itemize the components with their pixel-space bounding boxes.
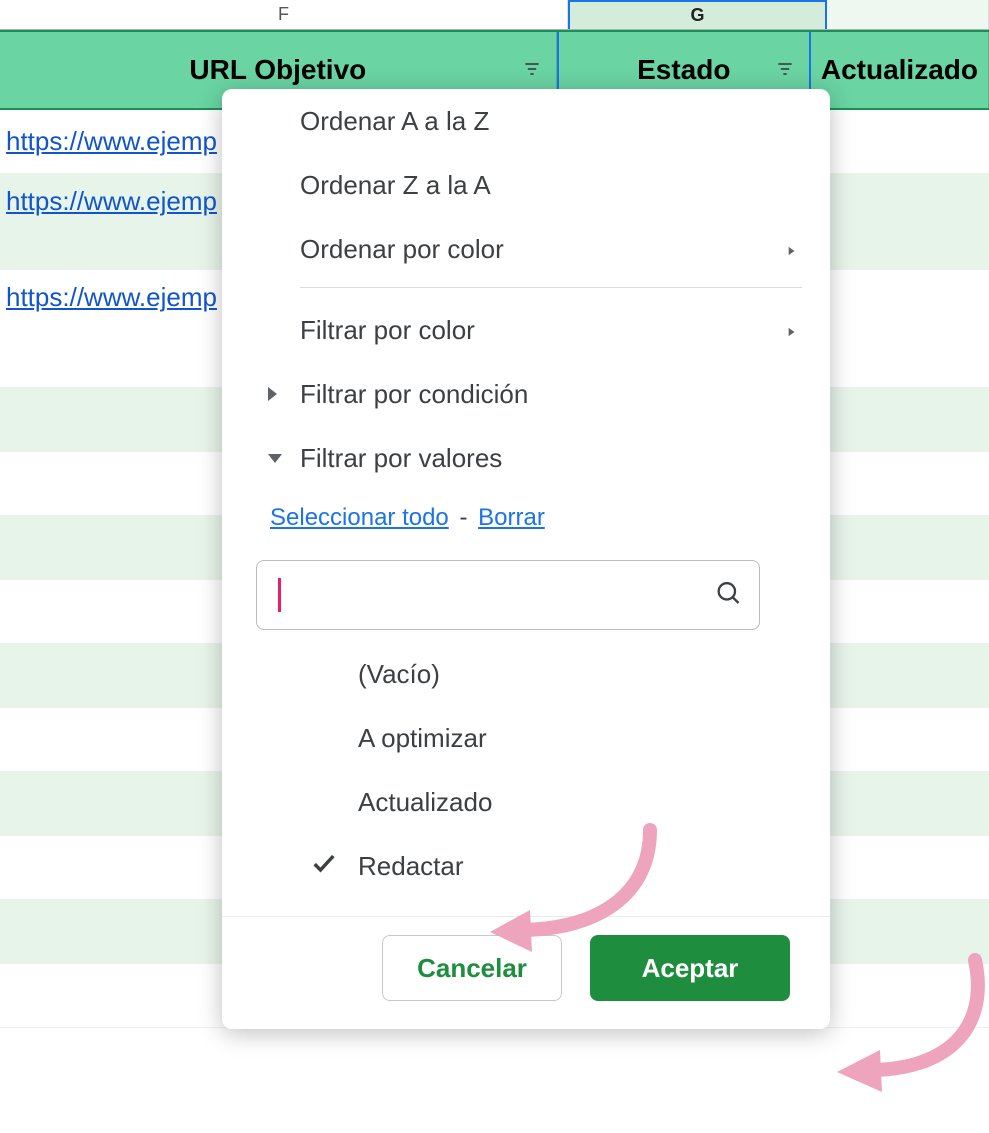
menu-sort-za[interactable]: Ordenar Z a la A	[222, 153, 830, 217]
filter-value-item[interactable]: Actualizado	[222, 770, 830, 834]
submenu-arrow-icon	[784, 234, 798, 265]
expand-collapsed-icon	[268, 387, 277, 401]
menu-label: Ordenar Z a la A	[300, 170, 491, 201]
header-url-label: URL Objetivo	[189, 54, 366, 86]
header-estado-label: Estado	[637, 54, 730, 86]
button-row: Cancelar Aceptar	[222, 916, 830, 1001]
column-letter-g[interactable]: G	[568, 0, 827, 29]
header-actualizado-label: Actualizado	[821, 54, 978, 86]
menu-sort-az[interactable]: Ordenar A a la Z	[222, 89, 830, 153]
menu-filter-condition[interactable]: Filtrar por condición	[222, 362, 830, 426]
filter-search-input[interactable]	[256, 560, 760, 630]
value-label: (Vacío)	[358, 659, 440, 690]
search-icon	[714, 579, 742, 612]
filter-icon[interactable]	[522, 54, 542, 86]
menu-label: Ordenar por color	[300, 234, 504, 265]
menu-label: Filtrar por valores	[300, 443, 502, 474]
url-link[interactable]: https://www.ejemp	[0, 282, 217, 313]
cancel-label: Cancelar	[417, 953, 527, 984]
cancel-button[interactable]: Cancelar	[382, 935, 562, 1001]
menu-filter-color[interactable]: Filtrar por color	[222, 298, 830, 362]
menu-label: Filtrar por condición	[300, 379, 528, 410]
check-icon	[310, 849, 338, 884]
ok-button[interactable]: Aceptar	[590, 935, 790, 1001]
value-label: Redactar	[358, 851, 464, 882]
filter-value-item[interactable]: A optimizar	[222, 706, 830, 770]
value-label: A optimizar	[358, 723, 487, 754]
menu-filter-values[interactable]: Filtrar por valores	[222, 426, 830, 490]
expand-expanded-icon	[268, 454, 282, 463]
dash: -	[455, 504, 471, 531]
value-label: Actualizado	[358, 787, 492, 818]
column-letter-h[interactable]	[827, 0, 989, 29]
url-link[interactable]: https://www.ejemp	[0, 126, 217, 157]
menu-label: Ordenar A a la Z	[300, 106, 489, 137]
filter-menu: Ordenar A a la Z Ordenar Z a la A Ordena…	[222, 89, 830, 1029]
clear-link[interactable]: Borrar	[478, 504, 545, 531]
select-all-link[interactable]: Seleccionar todo	[270, 504, 449, 531]
ok-label: Aceptar	[642, 953, 739, 984]
column-letter-bar: F G	[0, 0, 989, 30]
filter-value-list: (Vacío) A optimizar Actualizado Redactar	[222, 636, 830, 898]
filter-value-item[interactable]: Redactar	[222, 834, 830, 898]
filter-value-item[interactable]: (Vacío)	[222, 642, 830, 706]
menu-separator	[300, 287, 802, 288]
text-caret	[278, 578, 281, 612]
column-letter-f[interactable]: F	[0, 0, 568, 29]
menu-sort-color[interactable]: Ordenar por color	[222, 217, 830, 281]
filter-search-wrap	[256, 560, 760, 630]
filter-icon[interactable]	[775, 54, 795, 86]
menu-label: Filtrar por color	[300, 315, 475, 346]
select-clear-row: Seleccionar todo - Borrar	[222, 490, 830, 546]
submenu-arrow-icon	[784, 315, 798, 346]
url-link[interactable]: https://www.ejemp	[0, 186, 217, 217]
header-actualizado[interactable]: Actualizado	[811, 32, 989, 108]
